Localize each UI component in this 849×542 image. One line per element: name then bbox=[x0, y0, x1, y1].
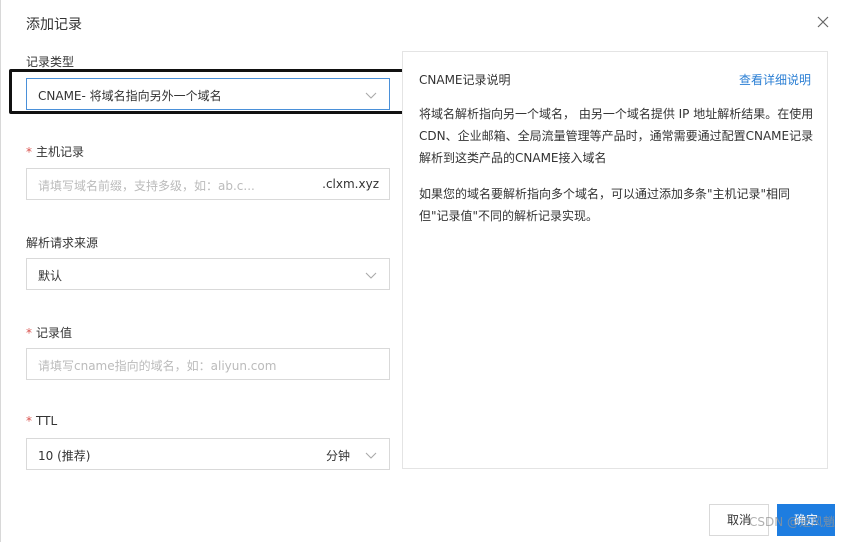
info-title: CNAME记录说明 bbox=[419, 73, 511, 87]
close-icon[interactable] bbox=[815, 14, 831, 30]
ttl-unit-value: 分钟 bbox=[326, 449, 351, 463]
host-record-label: * 主机记录 bbox=[26, 143, 84, 160]
record-value-input[interactable]: 请填写cname指向的域名，如：aliyun.com bbox=[26, 348, 390, 380]
resolve-source-label: 解析请求来源 bbox=[26, 236, 99, 250]
chevron-down-icon bbox=[365, 452, 377, 459]
info-paragraph: 如果您的域名要解析指向多个域名，可以通过添加多条"主机记录"相同但"记录值"不同… bbox=[419, 187, 791, 223]
chevron-down-icon bbox=[365, 272, 377, 279]
cname-info-panel: CNAME记录说明 查看详细说明 将域名解析指向另一个域名， 由另一个域名提供 … bbox=[402, 51, 828, 469]
info-body: 将域名解析指向另一个域名， 由另一个域名提供 IP 地址解析结果。在使用CDN、… bbox=[419, 103, 815, 241]
dialog-title: 添加记录 bbox=[26, 17, 82, 33]
resolve-source-select[interactable]: 默认 bbox=[26, 258, 390, 290]
host-record-input[interactable]: 请填写域名前缀，支持多级，如：ab.c... .clxm.xyz bbox=[26, 168, 390, 200]
ttl-value-select[interactable]: 10 (推荐) bbox=[26, 438, 315, 470]
required-mark: * bbox=[26, 145, 32, 159]
ttl-unit-select[interactable]: 分钟 bbox=[314, 438, 390, 470]
ttl-label-text: TTL bbox=[36, 414, 58, 428]
record-type-label: 记录类型 bbox=[26, 55, 75, 69]
required-mark: * bbox=[26, 414, 32, 428]
view-details-link[interactable]: 查看详细说明 bbox=[739, 71, 811, 88]
domain-suffix: .clxm.xyz bbox=[322, 177, 379, 191]
ttl-value: 10 (推荐) bbox=[38, 449, 91, 463]
ttl-label: * TTL bbox=[26, 414, 57, 428]
info-paragraph: 将域名解析指向另一个域名， 由另一个域名提供 IP 地址解析结果。在使用CDN、… bbox=[419, 107, 814, 165]
resolve-source-value: 默认 bbox=[38, 269, 63, 283]
record-value-label-text: 记录值 bbox=[36, 326, 73, 340]
host-record-label-text: 主机记录 bbox=[36, 145, 85, 159]
record-value-placeholder: 请填写cname指向的域名，如：aliyun.com bbox=[38, 359, 277, 373]
required-mark: * bbox=[26, 326, 32, 340]
host-record-placeholder: 请填写域名前缀，支持多级，如：ab.c... bbox=[38, 179, 255, 193]
record-value-label: * 记录值 bbox=[26, 324, 72, 341]
confirm-button[interactable]: 确定 bbox=[777, 504, 835, 536]
add-record-dialog: 添加记录 记录类型 CNAME- 将域名指向另外一个域名 * 主机记录 请填写域名… bbox=[0, 0, 849, 542]
annotation-highlight-box bbox=[9, 69, 419, 114]
cancel-button[interactable]: 取消 bbox=[709, 504, 769, 536]
